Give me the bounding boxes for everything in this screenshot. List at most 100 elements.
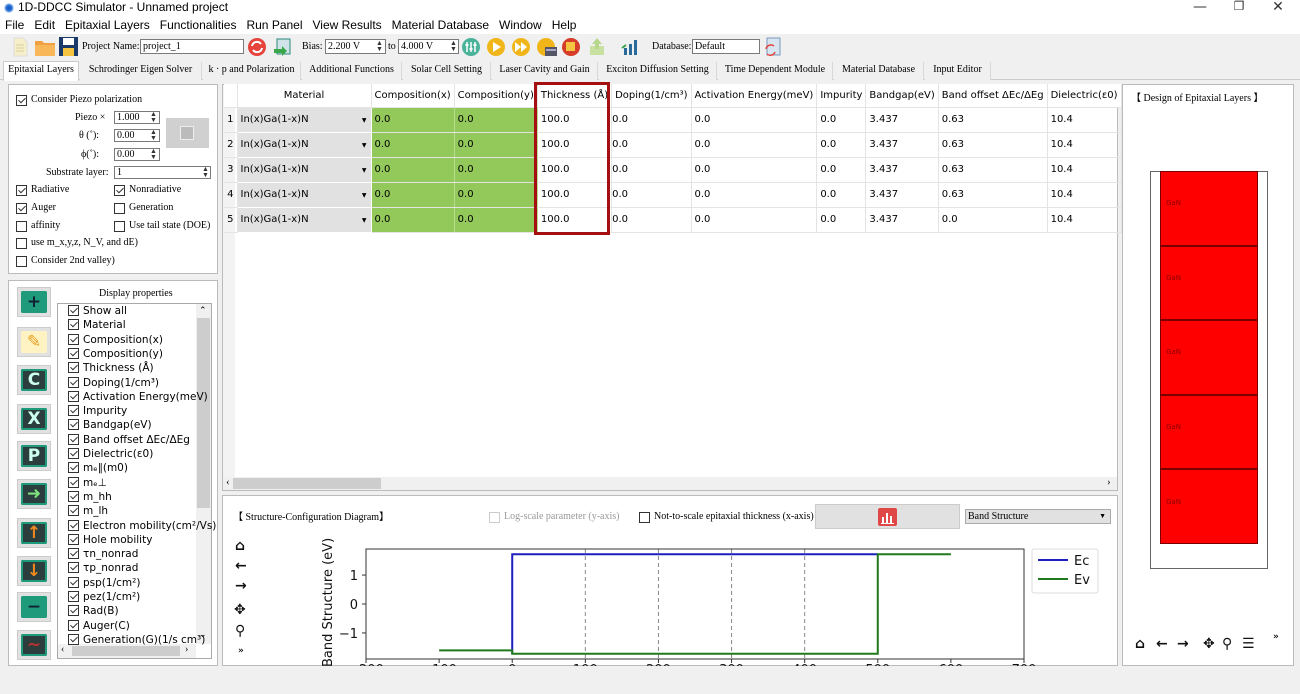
display-property-checkbox[interactable] (68, 591, 79, 602)
cell-activation[interactable]: 0.0 (691, 207, 818, 233)
display-property-checkbox[interactable] (68, 419, 79, 431)
display-property-checkbox[interactable] (68, 633, 79, 645)
cell-doping[interactable]: 0.0 (611, 207, 692, 233)
cell-cy[interactable]: 0.0 (454, 132, 538, 158)
cell-dielectric[interactable]: 10.4 (1047, 207, 1122, 233)
generation-checkbox[interactable] (114, 203, 125, 214)
insert-layer-button[interactable]: ➜ (17, 479, 51, 509)
display-property-checkbox[interactable] (68, 619, 79, 631)
cell-offset[interactable]: 0.63 (938, 157, 1048, 183)
paste-layer-button[interactable]: P (17, 441, 51, 471)
cell-activation[interactable]: 0.0 (691, 157, 818, 183)
cell-offset[interactable]: 0.63 (938, 132, 1048, 158)
close-button[interactable]: ✕ (1263, 0, 1293, 15)
save-icon[interactable] (58, 36, 79, 57)
cell-bandgap[interactable]: 3.437 (865, 107, 939, 133)
epitaxial-layer-block[interactable]: GaN (1160, 245, 1258, 321)
display-property-checkbox[interactable] (68, 319, 79, 331)
row-number[interactable]: 2 (224, 132, 238, 158)
tail-state-checkbox[interactable] (114, 221, 125, 232)
cell-impurity[interactable]: 0.0 (816, 107, 867, 133)
piezo-polarization-checkbox[interactable] (16, 95, 27, 106)
design-pan-icon[interactable]: ✥ (1203, 636, 1215, 652)
display-property-checkbox[interactable] (68, 562, 79, 574)
project-name-input[interactable]: project_1 (140, 39, 244, 54)
epitaxial-layer-block[interactable]: GaN (1160, 469, 1258, 544)
epitaxial-layer-block[interactable]: GaN (1160, 171, 1258, 246)
row-number[interactable]: 3 (224, 157, 238, 183)
design-home-icon[interactable]: ⌂ (1135, 636, 1145, 652)
menu-edit[interactable]: Edit (29, 16, 60, 34)
epitaxial-layer-block[interactable]: GaN (1160, 394, 1258, 470)
tab-laser-cavity-gain[interactable]: Laser Cavity and Gain (492, 62, 598, 80)
export-icon[interactable] (587, 37, 607, 57)
maximize-button[interactable]: ❐ (1224, 0, 1254, 13)
display-property-checkbox[interactable] (68, 605, 79, 617)
cut-layer-button[interactable]: X (17, 404, 51, 434)
row-number[interactable]: 4 (224, 182, 238, 208)
cell-doping[interactable]: 0.0 (611, 107, 692, 133)
move-down-button[interactable]: ↓ (17, 556, 51, 586)
column-header[interactable]: Bandgap(eV) (865, 84, 939, 108)
database-input[interactable]: Default (692, 39, 760, 54)
hscrollbar-thumb[interactable] (72, 646, 180, 656)
display-property-checkbox[interactable] (68, 390, 79, 402)
display-property-checkbox[interactable] (68, 519, 79, 531)
orientation-image-button[interactable] (166, 118, 209, 148)
column-header[interactable]: Material (237, 84, 372, 108)
radiative-checkbox[interactable] (16, 185, 27, 196)
display-property-checkbox[interactable] (68, 448, 79, 459)
material-select[interactable]: In(x)Ga(1-x)N ▼ (236, 106, 372, 133)
cell-cy[interactable]: 0.0 (454, 157, 538, 183)
cell-bandgap[interactable]: 3.437 (865, 182, 939, 208)
tab-schrodinger-eigen-solver[interactable]: Schrodinger Eigen Solver (80, 62, 202, 80)
add-layer-button[interactable]: + (17, 287, 51, 317)
cell-doping[interactable]: 0.0 (611, 157, 692, 183)
menu-view-results[interactable]: View Results (308, 16, 387, 34)
cell-activation[interactable]: 0.0 (691, 132, 818, 158)
edit-layer-button[interactable]: ✎ (17, 327, 51, 357)
cell-cx[interactable]: 0.0 (371, 132, 455, 158)
menu-functionalities[interactable]: Functionalities (155, 16, 242, 34)
display-property-checkbox[interactable] (68, 505, 79, 517)
column-header[interactable]: Activation Energy(meV) (691, 84, 818, 108)
cell-impurity[interactable]: 0.0 (816, 132, 867, 158)
cell-offset[interactable]: 0.63 (938, 182, 1048, 208)
delete-layer-button[interactable]: − (17, 592, 51, 622)
log-scale-checkbox[interactable] (489, 512, 500, 523)
plot-button[interactable]: ~ (17, 630, 51, 660)
material-select[interactable]: In(x)Ga(1-x)N ▼ (236, 181, 372, 208)
cell-dielectric[interactable]: 10.4 (1047, 107, 1122, 133)
design-back-icon[interactable]: ← (1156, 636, 1168, 652)
material-select[interactable]: In(x)Ga(1-x)N ▼ (236, 206, 372, 233)
run-batch-icon[interactable] (536, 37, 558, 57)
cell-doping[interactable]: 0.0 (611, 132, 692, 158)
display-property-checkbox[interactable] (68, 376, 79, 388)
design-zoom-icon[interactable]: ⚲ (1222, 636, 1232, 652)
cell-impurity[interactable]: 0.0 (816, 182, 867, 208)
epitaxial-layer-block[interactable]: GaN (1160, 320, 1258, 395)
table-horizontal-scrollbar[interactable]: ‹ › (223, 476, 1117, 490)
column-header[interactable]: Impurity (816, 84, 867, 108)
move-up-button[interactable]: ↑ (17, 518, 51, 548)
column-header[interactable]: Composition(x) (371, 84, 455, 108)
column-header[interactable]: Dielectric(ε0) (1047, 84, 1122, 108)
cell-cy[interactable]: 0.0 (454, 107, 538, 133)
run-settings-icon[interactable] (461, 37, 481, 57)
menu-material-database[interactable]: Material Database (387, 16, 494, 34)
cell-bandgap[interactable]: 3.437 (865, 132, 939, 158)
display-property-checkbox[interactable] (68, 405, 79, 417)
results-chart-icon[interactable] (621, 38, 641, 56)
bias-to-spinner[interactable]: ▲ ▼ (449, 40, 458, 53)
display-property-checkbox[interactable] (68, 490, 79, 502)
cell-offset[interactable]: 0.63 (938, 107, 1048, 133)
cell-dielectric[interactable]: 10.4 (1047, 132, 1122, 158)
tab-epitaxial-layers[interactable]: Epitaxial Layers (3, 61, 79, 81)
table-scroll-right-icon[interactable]: › (1107, 476, 1111, 488)
not-to-scale-checkbox[interactable] (639, 512, 650, 523)
display-property-checkbox[interactable] (68, 347, 79, 359)
scroll-up-icon[interactable]: ⌃ (199, 305, 207, 316)
row-number[interactable]: 5 (224, 207, 238, 233)
open-folder-icon[interactable] (34, 37, 56, 57)
tab-exciton-diffusion[interactable]: Exciton Diffusion Setting (599, 62, 717, 80)
